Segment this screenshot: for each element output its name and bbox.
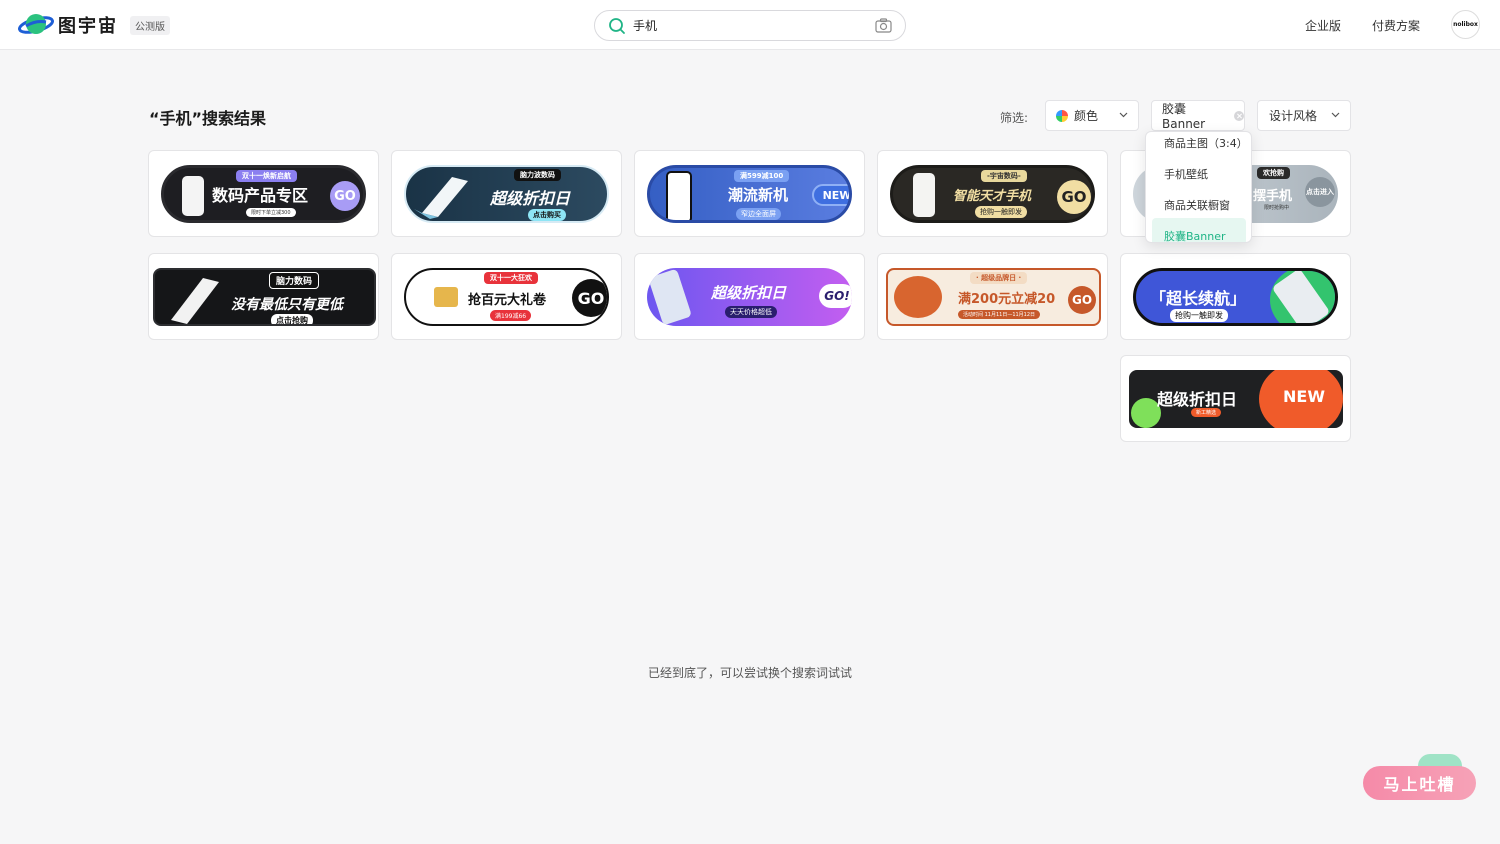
dropdown-item-capsule-banner[interactable]: 胶囊Banner [1164, 228, 1226, 242]
phone-image [913, 173, 935, 217]
banner-title: 数码产品专区 [212, 186, 309, 205]
color-filter-label: 颜色 [1074, 109, 1099, 123]
planet-logo-icon [18, 14, 54, 34]
new-badge: NEW [1283, 386, 1325, 406]
chevron-down-icon [1119, 112, 1128, 118]
result-card[interactable]: 「超长续航」 抢购一触即发 [1120, 253, 1351, 340]
phone-image [648, 268, 692, 326]
sim-card-icon [894, 276, 942, 318]
banner-title: 潮流新机 [728, 186, 789, 204]
top-bar: 图宇宙 公测版 企业版 付费方案 nolibox [0, 0, 1500, 50]
banner-title: 摆手机 [1253, 189, 1293, 204]
banner-tag: 双十一焕新启航 [236, 170, 297, 182]
filter-label: 筛选: [1000, 111, 1029, 125]
banner-thumbnail: 满599减100 潮流新机 窄边全面屏 NEW [647, 165, 852, 223]
banner-tag: 双十一大狂欢 [484, 272, 538, 284]
result-card[interactable]: 超级折扣日 天天价格超低 GO! [634, 253, 865, 340]
page-title: “手机”搜索结果 [149, 109, 267, 128]
banner-tag: 满599减100 [734, 170, 790, 182]
banner-subtitle: 新工精选 [1191, 408, 1222, 417]
avatar-text: nolibox [1453, 21, 1478, 28]
color-filter[interactable]: 颜色 [1045, 100, 1139, 131]
banner-subtitle: 抢购一触即发 [1170, 309, 1228, 322]
banner-thumbnail: 「超长续航」 抢购一触即发 [1133, 268, 1338, 326]
banner-subtitle: 天天价格超低 [725, 306, 777, 318]
banner-tag: -宇宙数码- [981, 170, 1027, 182]
dropdown-item-phone-wallpaper[interactable]: 手机壁纸 [1164, 166, 1208, 182]
result-card[interactable]: 超级折扣日 新工精选 NEW [1120, 355, 1351, 442]
result-card[interactable]: 满599减100 潮流新机 窄边全面屏 NEW [634, 150, 865, 237]
banner-subtitle: 限时抢购中 [1264, 205, 1290, 211]
banner-subtitle: 满199减66 [490, 310, 532, 321]
result-card[interactable]: 双十一焕新启航 数码产品专区 限时下单立减300 GO [148, 150, 379, 237]
banner-thumbnail: -宇宙数码- 智能天才手机 抢购一触即发 GO [890, 165, 1095, 223]
banner-title: 满200元立减20 [958, 292, 1056, 307]
enter-badge: 点击进入 [1305, 177, 1335, 207]
banner-subtitle: 抢购一触即发 [975, 206, 1027, 218]
phone-image [171, 278, 219, 324]
new-badge: NEW [812, 184, 849, 206]
banner-subtitle: 活动时间 11月11日—11月12日 [958, 310, 1041, 319]
banner-tag: 欢抢购 [1257, 167, 1290, 179]
chevron-down-icon [1331, 112, 1340, 118]
banner-title: 没有最低只有更低 [231, 297, 343, 313]
phone-image [414, 177, 468, 219]
banner-thumbnail: 双十一焕新启航 数码产品专区 限时下单立减300 GO [161, 165, 366, 223]
banner-type-dropdown: 商品主图（3:4） 手机壁纸 商品关联橱窗 胶囊Banner [1145, 131, 1252, 243]
camera-icon[interactable] [875, 18, 892, 33]
result-card[interactable]: -宇宙数码- 智能天才手机 抢购一触即发 GO [877, 150, 1108, 237]
type-filter[interactable]: 胶囊Banner [1151, 100, 1245, 131]
phone-image [182, 176, 204, 216]
phone-image [666, 171, 692, 220]
dropdown-item-product-main[interactable]: 商品主图（3:4） [1164, 135, 1248, 151]
banner-title: 超级折扣日 [490, 189, 571, 208]
banner-tag: 脑力数码 [269, 272, 320, 289]
go-badge: GO [330, 181, 360, 211]
go-badge: GO [1057, 180, 1091, 214]
sim-card-icon [434, 287, 458, 307]
banner-subtitle: 点击购买 [528, 209, 566, 221]
go-badge: GO! [819, 284, 852, 308]
banner-thumbnail: 超级折扣日 天天价格超低 GO! [647, 268, 852, 326]
brand-name: 图宇宙 [58, 16, 118, 37]
search-icon [609, 17, 625, 34]
search-bar[interactable] [594, 10, 906, 41]
banner-title: 「超长续航」 [1150, 289, 1247, 308]
avatar[interactable]: nolibox [1451, 10, 1480, 39]
banner-subtitle: 点击抢购 [271, 314, 313, 324]
banner-title: 超级折扣日 [1157, 390, 1238, 409]
type-filter-label: 胶囊Banner [1162, 102, 1206, 131]
banner-subtitle: 窄边全面屏 [736, 208, 781, 220]
beta-badge: 公测版 [130, 15, 170, 35]
banner-title: 抢百元大礼卷 [468, 293, 547, 308]
feedback-label: 马上吐槽 [1383, 775, 1456, 794]
banner-subtitle: 限时下单立减300 [246, 208, 296, 217]
result-card[interactable]: 脑力波数码 超级折扣日 点击购买 [391, 150, 622, 237]
go-badge: GO [572, 279, 607, 317]
feedback-button[interactable]: 马上吐槽 [1363, 766, 1476, 800]
nav-enterprise[interactable]: 企业版 [1305, 17, 1341, 34]
banner-title: 智能天才手机 [953, 189, 1032, 204]
end-of-results-note: 已经到底了，可以尝试换个搜索词试试 [647, 666, 852, 680]
banner-thumbnail: · 超级品牌日 · 满200元立减20 活动时间 11月11日—11月12日 G… [886, 268, 1101, 326]
search-input[interactable] [633, 18, 853, 33]
result-card[interactable]: 脑力数码 没有最低只有更低 点击抢购 [148, 253, 379, 340]
result-card[interactable]: 双十一大狂欢 抢百元大礼卷 满199减66 GO [391, 253, 622, 340]
color-wheel-icon [1056, 109, 1068, 122]
nav-pricing[interactable]: 付费方案 [1372, 17, 1420, 34]
banner-title: 超级折扣日 [711, 284, 787, 302]
banner-thumbnail: 脑力波数码 超级折扣日 点击购买 [404, 165, 609, 223]
banner-thumbnail: 双十一大狂欢 抢百元大礼卷 满199减66 GO [404, 268, 609, 326]
banner-tag: · 超级品牌日 · [970, 272, 1028, 284]
dropdown-item-related-showcase[interactable]: 商品关联橱窗 [1164, 197, 1230, 213]
clear-icon[interactable] [1234, 110, 1244, 121]
banner-thumbnail: 脑力数码 没有最低只有更低 点击抢购 [153, 268, 376, 326]
style-filter-label: 设计风格 [1269, 109, 1318, 123]
style-filter[interactable]: 设计风格 [1257, 100, 1351, 131]
banner-thumbnail: 超级折扣日 新工精选 NEW [1129, 370, 1343, 428]
banner-tag: 脑力波数码 [514, 169, 561, 181]
brand-logo[interactable]: 图宇宙 公测版 [18, 11, 170, 39]
go-badge: GO [1068, 286, 1096, 314]
result-card[interactable]: · 超级品牌日 · 满200元立减20 活动时间 11月11日—11月12日 G… [877, 253, 1108, 340]
